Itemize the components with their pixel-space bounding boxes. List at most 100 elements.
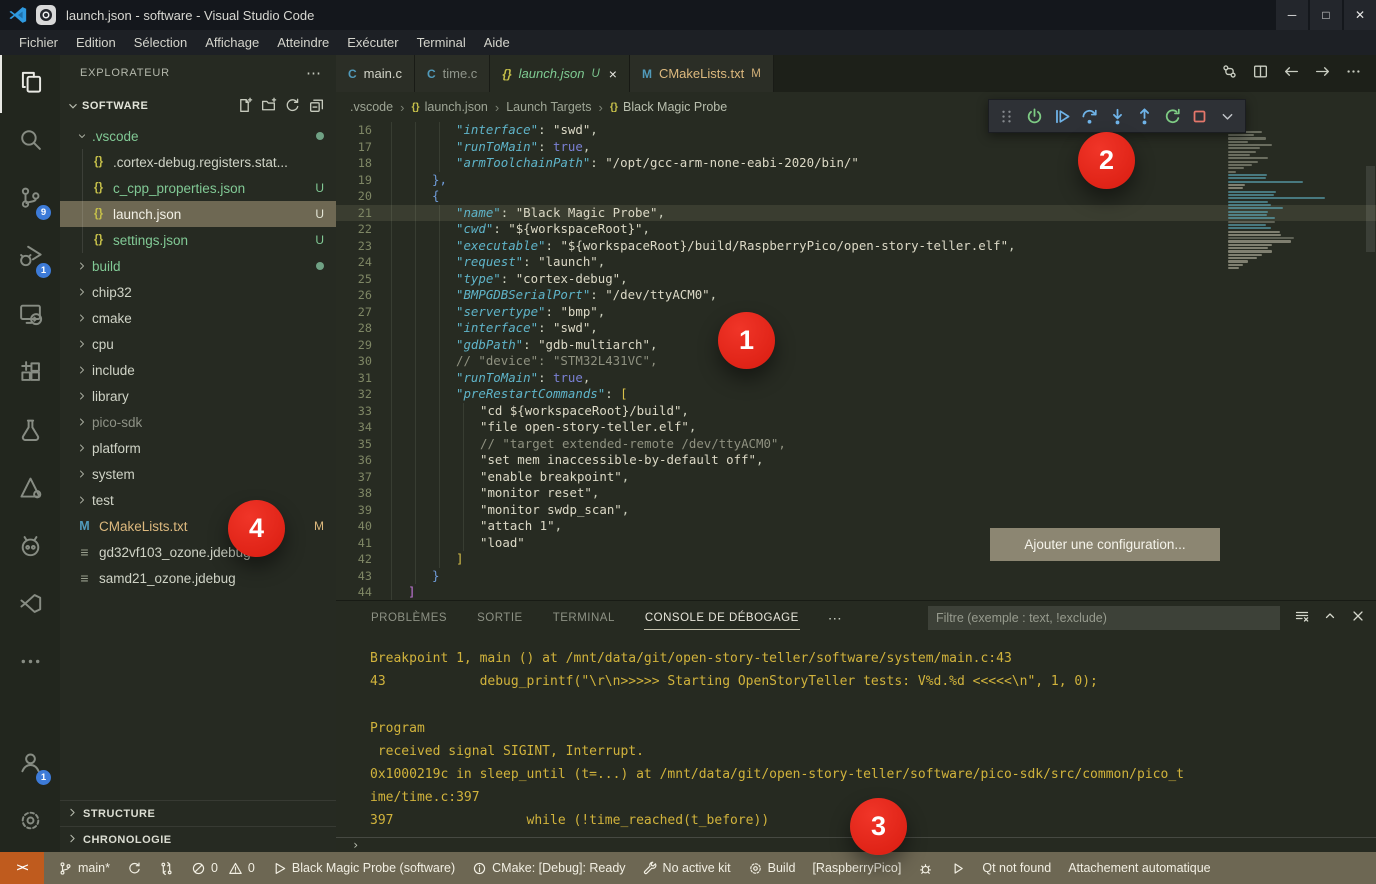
more-icon[interactable]	[1345, 63, 1362, 85]
status-item-gear[interactable]: Build	[748, 861, 796, 876]
code-line-19[interactable]: 19},	[336, 172, 1376, 189]
code-line-17[interactable]: 17"runToMain": true,	[336, 139, 1376, 156]
tab-cmakelists-txt[interactable]: MCMakeLists.txtM	[630, 55, 774, 92]
open-changes-icon[interactable]	[1221, 63, 1238, 85]
code-line-20[interactable]: 20{	[336, 188, 1376, 205]
activity-testing[interactable]	[0, 403, 60, 461]
code-line-44[interactable]: 44]	[336, 584, 1376, 600]
status-item-bug[interactable]	[918, 861, 933, 876]
panel-tab-probl-mes[interactable]: PROBLÈMES	[370, 601, 448, 635]
code-line-34[interactable]: 34"file open-story-teller.elf",	[336, 419, 1376, 436]
step-out-icon[interactable]	[1133, 103, 1157, 129]
arrow-right-icon[interactable]	[1314, 63, 1331, 85]
code-line-24[interactable]: 24"request": "launch",	[336, 254, 1376, 271]
tree-item-build[interactable]: build	[60, 253, 336, 279]
activity-remote-explorer[interactable]	[0, 287, 60, 345]
code-line-26[interactable]: 26"BMPGDBSerialPort": "/dev/ttyACM0",	[336, 287, 1376, 304]
activity-source-control[interactable]: 9	[0, 171, 60, 229]
tab-main-c[interactable]: Cmain.c	[336, 55, 415, 92]
code-line-21[interactable]: 21"name": "Black Magic Probe",	[336, 205, 1376, 222]
status-item-warning[interactable]: 0	[228, 861, 255, 876]
activity-cmake[interactable]	[0, 461, 60, 519]
activity-run-debug[interactable]: 1	[0, 229, 60, 287]
code-line-38[interactable]: 38"monitor reset",	[336, 485, 1376, 502]
arrow-left-icon[interactable]	[1283, 63, 1300, 85]
close-icon[interactable]	[1350, 608, 1366, 629]
status-item-branch[interactable]: main*	[58, 861, 110, 876]
add-configuration-button[interactable]: Ajouter une configuration...	[990, 528, 1220, 561]
editor-scrollbar[interactable]	[1366, 166, 1375, 252]
menu-fichier[interactable]: Fichier	[10, 30, 67, 55]
tree-item-test[interactable]: test	[60, 487, 336, 513]
menu-aide[interactable]: Aide	[475, 30, 519, 55]
status-item-sync[interactable]	[127, 861, 142, 876]
power-icon[interactable]	[1023, 103, 1047, 129]
code-line-27[interactable]: 27"servertype": "bmp",	[336, 304, 1376, 321]
minimize-button[interactable]: ─	[1276, 0, 1308, 30]
activity-platformio[interactable]	[0, 519, 60, 577]
panel-tab-terminal[interactable]: TERMINAL	[552, 601, 616, 635]
code-editor[interactable]: 16"interface": "swd",17"runToMain": true…	[336, 122, 1376, 600]
refresh-icon[interactable]	[284, 97, 302, 115]
activity-more[interactable]	[0, 635, 60, 693]
breadcrumb-item[interactable]: Black Magic Probe	[623, 100, 727, 114]
tree-item--cortex-debug-registers-stat-[interactable]: {}.cortex-debug.registers.stat...	[60, 149, 336, 175]
status-item-error[interactable]: 0	[191, 861, 218, 876]
activity-explorer[interactable]	[0, 55, 60, 113]
code-line-37[interactable]: 37"enable breakpoint",	[336, 469, 1376, 486]
tree-item-chip32[interactable]: chip32	[60, 279, 336, 305]
tree-item-include[interactable]: include	[60, 357, 336, 383]
section-chronologie[interactable]: CHRONOLOGIE	[60, 826, 336, 852]
status-item-tools[interactable]: No active kit	[643, 861, 731, 876]
code-line-31[interactable]: 31"runToMain": true,	[336, 370, 1376, 387]
code-line-43[interactable]: 43}	[336, 568, 1376, 585]
tree-item-settings-json[interactable]: {}settings.jsonU	[60, 227, 336, 253]
code-line-35[interactable]: 35// "target extended-remote /dev/ttyACM…	[336, 436, 1376, 453]
activity-search[interactable]	[0, 113, 60, 171]
code-line-42[interactable]: 42]	[336, 551, 1376, 568]
tree-item-gd32vf103-ozone-jdebug[interactable]: ≡gd32vf103_ozone.jdebug	[60, 539, 336, 565]
panel-tab-console-de-d-bogage[interactable]: CONSOLE DE DÉBOGAGE	[644, 601, 800, 635]
menu-affichage[interactable]: Affichage	[196, 30, 268, 55]
tree-item-cpu[interactable]: cpu	[60, 331, 336, 357]
activity-visual-studio[interactable]	[0, 577, 60, 635]
explorer-more-icon[interactable]: ⋯	[306, 64, 322, 82]
restart-icon[interactable]	[1160, 103, 1184, 129]
project-section-header[interactable]: SOFTWARE	[60, 91, 336, 121]
menu-exécuter[interactable]: Exécuter	[338, 30, 407, 55]
remote-indicator[interactable]: ><	[0, 852, 44, 884]
tree-item-platform[interactable]: platform	[60, 435, 336, 461]
code-line-39[interactable]: 39"monitor swdp_scan",	[336, 502, 1376, 519]
status-item--raspberrypico-[interactable]: [RaspberryPico]	[812, 861, 901, 875]
code-line-23[interactable]: 23"executable": "${workspaceRoot}/build/…	[336, 238, 1376, 255]
code-line-18[interactable]: 18"armToolchainPath": "/opt/gcc-arm-none…	[336, 155, 1376, 172]
code-line-22[interactable]: 22"cwd": "${workspaceRoot}",	[336, 221, 1376, 238]
code-line-29[interactable]: 29"gdbPath": "gdb-multiarch",	[336, 337, 1376, 354]
split-editor-icon[interactable]	[1252, 63, 1269, 85]
step-over-icon[interactable]	[1078, 103, 1102, 129]
maximize-button[interactable]: □	[1310, 0, 1342, 30]
breadcrumb-item[interactable]: launch.json	[425, 100, 488, 114]
chevron-down-icon[interactable]	[1216, 103, 1240, 129]
tree-item-cmake[interactable]: cmake	[60, 305, 336, 331]
collapse-all-icon[interactable]	[308, 97, 326, 115]
activity-settings[interactable]	[0, 794, 60, 852]
code-line-41[interactable]: 41"load"	[336, 535, 1376, 552]
new-folder-icon[interactable]	[260, 97, 278, 115]
status-item-play[interactable]	[950, 861, 965, 876]
chevron-up-icon[interactable]	[1322, 608, 1338, 629]
menu-edition[interactable]: Edition	[67, 30, 125, 55]
status-item-info[interactable]: CMake: [Debug]: Ready	[472, 861, 625, 876]
stop-icon[interactable]	[1188, 103, 1212, 129]
step-into-icon[interactable]	[1105, 103, 1129, 129]
debug-filter-input[interactable]	[928, 606, 1280, 630]
status-item-debug-play[interactable]: Black Magic Probe (software)	[272, 861, 455, 876]
minimap[interactable]	[1228, 124, 1362, 270]
continue-icon[interactable]	[1050, 103, 1074, 129]
tree-item-launch-json[interactable]: {}launch.jsonU	[60, 201, 336, 227]
tab-time-c[interactable]: Ctime.c	[415, 55, 490, 92]
activity-account[interactable]: 1	[0, 736, 60, 794]
code-line-25[interactable]: 25"type": "cortex-debug",	[336, 271, 1376, 288]
menu-atteindre[interactable]: Atteindre	[268, 30, 338, 55]
tree-item-library[interactable]: library	[60, 383, 336, 409]
